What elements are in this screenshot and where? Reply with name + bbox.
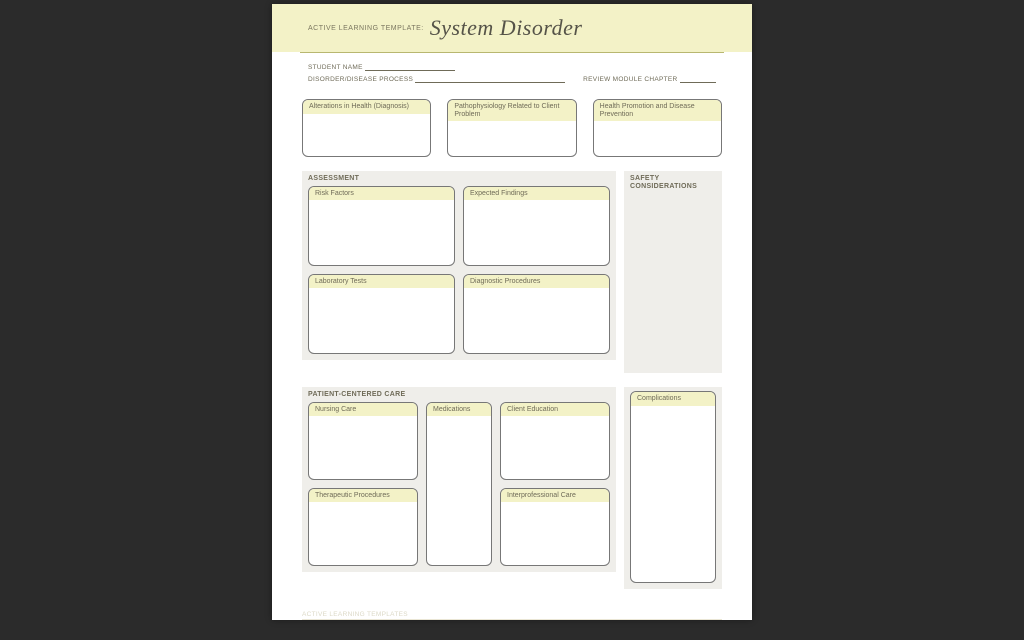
footer-label: ACTIVE LEARNING TEMPLATES <box>302 609 722 620</box>
document-viewport: ACTIVE LEARNING TEMPLATE: System Disorde… <box>0 0 1024 640</box>
health-promotion-card[interactable]: Health Promotion and Disease Prevention <box>593 99 722 157</box>
safety-title-l1: SAFETY <box>630 175 659 182</box>
assessment-title: ASSESSMENT <box>308 175 610 183</box>
expected-findings-header: Expected Findings <box>464 187 609 201</box>
meta-block: STUDENT NAME DISORDER/DISEASE PROCESS RE… <box>272 53 752 95</box>
disorder-field[interactable] <box>415 75 565 83</box>
header-title: System Disorder <box>430 15 583 41</box>
student-name-label: STUDENT NAME <box>308 64 363 71</box>
safety-panel: SAFETY CONSIDERATIONS <box>624 171 722 373</box>
student-name-field[interactable] <box>365 63 455 71</box>
alterations-header: Alterations in Health (Diagnosis) <box>303 100 430 114</box>
medications-header: Medications <box>427 403 491 417</box>
health-promotion-header: Health Promotion and Disease Prevention <box>594 100 721 121</box>
pathophysiology-header: Pathophysiology Related to Client Proble… <box>448 100 575 121</box>
safety-title-l2: CONSIDERATIONS <box>630 183 697 190</box>
review-chapter-label: REVIEW MODULE CHAPTER <box>583 76 677 83</box>
complications-card[interactable]: Complications <box>630 391 716 583</box>
expected-findings-card[interactable]: Expected Findings <box>463 186 610 266</box>
pcc-panel: PATIENT-CENTERED CARE Nursing Care Medic… <box>302 387 616 572</box>
interprofessional-care-header: Interprofessional Care <box>501 489 609 503</box>
nursing-care-header: Nursing Care <box>309 403 417 417</box>
diagnostic-procedures-card[interactable]: Diagnostic Procedures <box>463 274 610 354</box>
disorder-label: DISORDER/DISEASE PROCESS <box>308 76 413 83</box>
safety-field[interactable] <box>630 193 716 367</box>
top-row: Alterations in Health (Diagnosis) Pathop… <box>302 99 722 157</box>
pcc-row: PATIENT-CENTERED CARE Nursing Care Medic… <box>302 387 722 589</box>
review-chapter-field[interactable] <box>680 75 716 83</box>
complications-header: Complications <box>631 392 715 406</box>
header-prefix: ACTIVE LEARNING TEMPLATE: <box>308 25 424 32</box>
therapeutic-procedures-header: Therapeutic Procedures <box>309 489 417 503</box>
client-education-header: Client Education <box>501 403 609 417</box>
content-area: Alterations in Health (Diagnosis) Pathop… <box>272 95 752 609</box>
diagnostic-procedures-header: Diagnostic Procedures <box>464 275 609 289</box>
safety-title: SAFETY CONSIDERATIONS <box>630 175 716 190</box>
risk-factors-card[interactable]: Risk Factors <box>308 186 455 266</box>
client-education-card[interactable]: Client Education <box>500 402 610 480</box>
page-footer: ACTIVE LEARNING TEMPLATES <box>272 609 752 620</box>
medications-card[interactable]: Medications <box>426 402 492 566</box>
alterations-card[interactable]: Alterations in Health (Diagnosis) <box>302 99 431 157</box>
student-name-row: STUDENT NAME <box>308 63 716 71</box>
interprofessional-care-card[interactable]: Interprofessional Care <box>500 488 610 566</box>
worksheet-page: ACTIVE LEARNING TEMPLATE: System Disorde… <box>272 4 752 620</box>
page-header: ACTIVE LEARNING TEMPLATE: System Disorde… <box>272 4 752 52</box>
therapeutic-procedures-card[interactable]: Therapeutic Procedures <box>308 488 418 566</box>
complications-panel: Complications <box>624 387 722 589</box>
assessment-panel: ASSESSMENT Risk Factors Expected Finding… <box>302 171 616 360</box>
disorder-row: DISORDER/DISEASE PROCESS REVIEW MODULE C… <box>308 75 716 83</box>
laboratory-tests-card[interactable]: Laboratory Tests <box>308 274 455 354</box>
assessment-row: ASSESSMENT Risk Factors Expected Finding… <box>302 171 722 373</box>
risk-factors-header: Risk Factors <box>309 187 454 201</box>
nursing-care-card[interactable]: Nursing Care <box>308 402 418 480</box>
pcc-title: PATIENT-CENTERED CARE <box>308 391 610 399</box>
pathophysiology-card[interactable]: Pathophysiology Related to Client Proble… <box>447 99 576 157</box>
laboratory-tests-header: Laboratory Tests <box>309 275 454 289</box>
